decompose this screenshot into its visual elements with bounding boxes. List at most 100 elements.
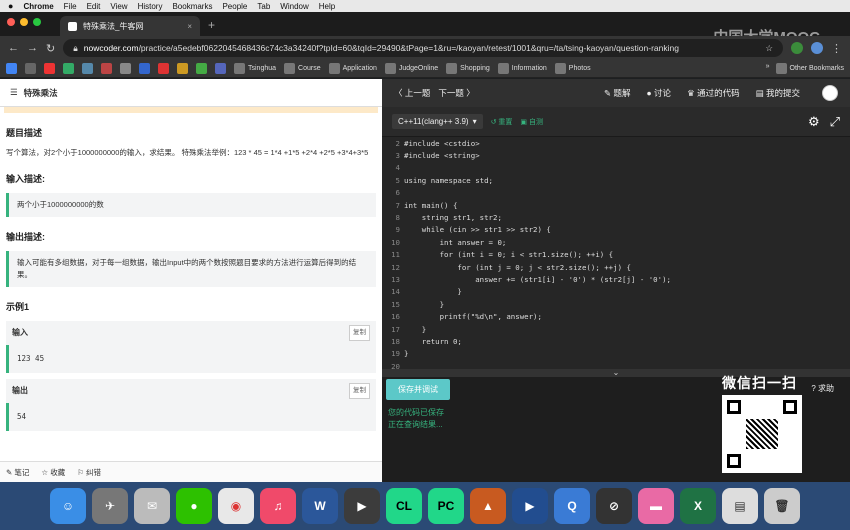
- save-and-debug-button[interactable]: 保存并调试: [386, 379, 450, 400]
- code-line[interactable]: 7 int main() {: [382, 199, 850, 211]
- code-line[interactable]: 5 using namespace std;: [382, 174, 850, 186]
- menu-view[interactable]: View: [110, 2, 127, 11]
- bookmark-shopping[interactable]: Shopping: [446, 63, 490, 74]
- menu-bookmarks[interactable]: Bookmarks: [172, 2, 212, 11]
- bookmark-icon[interactable]: [196, 63, 207, 74]
- maximize-window-icon[interactable]: [33, 18, 41, 26]
- no-entry-icon[interactable]: ⊘: [596, 488, 632, 524]
- tab-close-icon[interactable]: ×: [187, 22, 192, 31]
- reload-icon[interactable]: ↻: [46, 42, 55, 55]
- bookmark-course[interactable]: Course: [284, 63, 321, 74]
- bookmark-icon[interactable]: [215, 63, 226, 74]
- code-line[interactable]: 19}: [382, 348, 850, 360]
- mail-icon[interactable]: ✉: [134, 488, 170, 524]
- chrome-icon[interactable]: ◉: [218, 488, 254, 524]
- menu-edit[interactable]: Edit: [87, 2, 101, 11]
- excel-icon[interactable]: X: [680, 488, 716, 524]
- forward-icon[interactable]: →: [27, 42, 38, 54]
- chevron-right-icon[interactable]: »: [766, 63, 770, 74]
- code-line[interactable]: 18 return 0;: [382, 335, 850, 347]
- menu-list-icon[interactable]: ☰: [10, 87, 18, 98]
- minimize-window-icon[interactable]: [20, 18, 28, 26]
- code-line[interactable]: 15 }: [382, 298, 850, 310]
- code-line[interactable]: 2 #include <cstdio>: [382, 137, 850, 149]
- url-bar[interactable]: 🔒︎ nowcoder.com/practice/a5edebf06220454…: [63, 39, 783, 57]
- code-line[interactable]: 13 answer += (str1[i] - '0') * (str2[j] …: [382, 273, 850, 285]
- menu-people[interactable]: People: [222, 2, 247, 11]
- browser-menu-icon[interactable]: ⋮: [831, 42, 842, 55]
- menu-help[interactable]: Help: [319, 2, 335, 11]
- player-icon[interactable]: ▶: [512, 488, 548, 524]
- bookmark-icon[interactable]: [158, 63, 169, 74]
- language-select[interactable]: C++11(clang++ 3.9) ▾: [392, 114, 483, 129]
- code-line[interactable]: 12 for (int j = 0; j < str2.size(); ++j)…: [382, 261, 850, 273]
- code-line[interactable]: 8 string str1, str2;: [382, 211, 850, 223]
- help-button[interactable]: ? 求助: [811, 383, 834, 394]
- wechat-icon[interactable]: ●: [176, 488, 212, 524]
- bookmark-icon[interactable]: [82, 63, 93, 74]
- bookmark-application[interactable]: Application: [328, 63, 377, 74]
- clion-icon[interactable]: CL: [386, 488, 422, 524]
- bookmark-tsinghua[interactable]: Tsinghua: [234, 63, 276, 74]
- code-line[interactable]: 11 for (int i = 0; i < str1.size(); ++i)…: [382, 249, 850, 261]
- code-editor[interactable]: 2 #include <cstdio> 3 #include <string> 4 5 us…: [382, 137, 850, 369]
- report-error-button[interactable]: ⚐ 纠错: [77, 467, 101, 478]
- self-test-button[interactable]: ▣ 自测: [520, 117, 543, 127]
- profile-avatar[interactable]: [811, 42, 823, 54]
- menu-tab[interactable]: Tab: [257, 2, 270, 11]
- browser-tab[interactable]: 特殊乘法_牛客网 ×: [60, 16, 200, 36]
- code-line[interactable]: 16 printf("%d\n", answer);: [382, 310, 850, 322]
- pycharm-icon[interactable]: PC: [428, 488, 464, 524]
- code-line[interactable]: 9 while (cin >> str1 >> str2) {: [382, 224, 850, 236]
- my-submissions-link[interactable]: ▤ 我的提交: [756, 87, 800, 99]
- code-line[interactable]: 4: [382, 162, 850, 174]
- bookmark-judgeonline[interactable]: JudgeOnline: [384, 63, 438, 74]
- documents-icon[interactable]: ▤: [722, 488, 758, 524]
- fullscreen-icon[interactable]: ⤢: [830, 114, 840, 130]
- bookmark-icon[interactable]: [101, 63, 112, 74]
- solution-link[interactable]: ✎ 题解: [604, 87, 631, 99]
- copy-input-button[interactable]: 复制: [349, 325, 370, 341]
- menu-history[interactable]: History: [138, 2, 163, 11]
- youtube-icon[interactable]: [44, 63, 55, 74]
- bookmark-icon[interactable]: [139, 63, 150, 74]
- next-problem-link[interactable]: 下一题 〉: [438, 87, 474, 99]
- word-icon[interactable]: W: [302, 488, 338, 524]
- back-icon[interactable]: ←: [8, 42, 19, 54]
- user-avatar[interactable]: [822, 85, 838, 101]
- bookmark-information[interactable]: Information: [497, 63, 547, 74]
- copy-output-button[interactable]: 复制: [349, 383, 370, 399]
- launchpad-icon[interactable]: ✈: [92, 488, 128, 524]
- trash-icon[interactable]: 🗑︎: [764, 488, 800, 524]
- note-button[interactable]: ✎ 笔记: [6, 467, 29, 478]
- finder-icon[interactable]: ☺: [50, 488, 86, 524]
- quicktime-icon[interactable]: Q: [554, 488, 590, 524]
- bookmark-icon[interactable]: [25, 63, 36, 74]
- matlab-icon[interactable]: ▲: [470, 488, 506, 524]
- bookmark-photos[interactable]: Photos: [554, 63, 591, 74]
- bookmark-icon[interactable]: [120, 63, 131, 74]
- code-line[interactable]: 3 #include <string>: [382, 149, 850, 161]
- passed-code-link[interactable]: ♛ 通过的代码: [687, 87, 740, 99]
- menu-file[interactable]: File: [64, 2, 77, 11]
- new-tab-button[interactable]: +: [208, 18, 215, 32]
- reset-button[interactable]: ↺ 重置: [491, 117, 513, 127]
- bookmark-icon[interactable]: [177, 63, 188, 74]
- other-bookmarks[interactable]: » Other Bookmarks: [766, 63, 844, 74]
- favorite-button[interactable]: ☆ 收藏: [41, 467, 65, 478]
- bookmark-star-icon[interactable]: ☆: [765, 43, 773, 54]
- apple-icon[interactable]: ●: [8, 1, 13, 11]
- screen-recorder-icon[interactable]: ▶: [344, 488, 380, 524]
- google-icon[interactable]: [6, 63, 17, 74]
- prev-problem-link[interactable]: 〈 上一题: [394, 87, 430, 99]
- extension-icon[interactable]: [791, 42, 803, 54]
- menu-window[interactable]: Window: [280, 2, 308, 11]
- folder-icon[interactable]: ▬: [638, 488, 674, 524]
- code-line[interactable]: 17 }: [382, 323, 850, 335]
- settings-gear-icon[interactable]: ⚙: [808, 114, 820, 130]
- code-line[interactable]: 10 int answer = 0;: [382, 236, 850, 248]
- discussion-link[interactable]: ● 讨论: [647, 87, 672, 99]
- code-line[interactable]: 14 }: [382, 286, 850, 298]
- music-icon[interactable]: ♫: [260, 488, 296, 524]
- code-line[interactable]: 6: [382, 187, 850, 199]
